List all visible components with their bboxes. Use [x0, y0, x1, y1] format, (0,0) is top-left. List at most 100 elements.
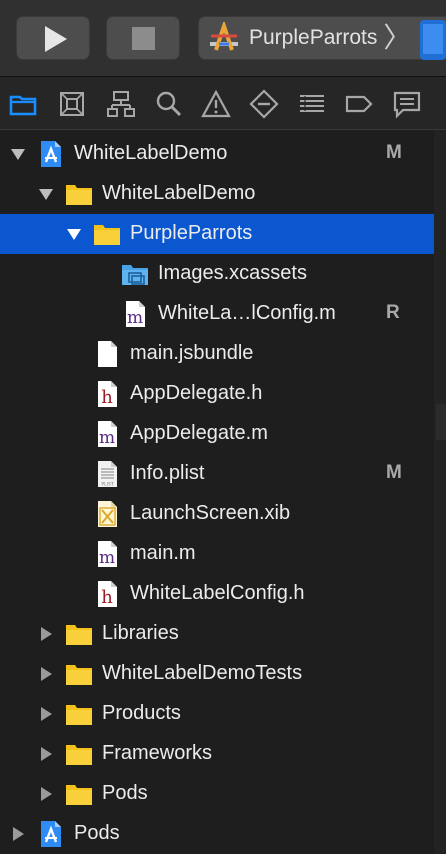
tree-row[interactable]: m AppDelegate.m	[0, 414, 434, 454]
source-control-status-badge: M	[386, 142, 402, 163]
plain-file-icon	[92, 340, 122, 368]
project-navigator-tab[interactable]	[8, 89, 38, 119]
report-icon	[393, 91, 421, 119]
tree-row[interactable]: main.jsbundle	[0, 334, 434, 374]
tree-item-label: Images.xcassets	[158, 262, 307, 284]
plist-file-icon: PLIST	[92, 460, 122, 488]
tree-row[interactable]: PLIST Info.plist M	[0, 454, 434, 494]
svg-text:m: m	[99, 428, 115, 448]
tree-item-label: WhiteLabelDemoTests	[102, 662, 303, 684]
stop-button[interactable]	[106, 16, 180, 60]
asset-catalog-icon	[120, 260, 150, 288]
scheme-selector[interactable]: PurpleParrots 〉	[198, 16, 446, 60]
folder-icon	[64, 620, 94, 648]
h-file-icon: h	[92, 580, 122, 608]
disclosure-closed-icon[interactable]	[38, 746, 54, 762]
tree-row[interactable]: LaunchScreen.xib	[0, 494, 434, 534]
tree-item-label: WhiteLabelConfig.h	[130, 582, 305, 604]
tree-item-label: Info.plist	[130, 462, 205, 484]
disclosure-open-icon[interactable]	[38, 186, 54, 202]
tree-row[interactable]: Pods	[0, 774, 434, 814]
tree-row[interactable]: Frameworks	[0, 734, 434, 774]
warning-icon	[201, 89, 231, 118]
tree-row[interactable]: WhiteLabelDemoTests	[0, 654, 434, 694]
tree-item-label: WhiteLa…lConfig.m	[158, 302, 336, 324]
svg-text:m: m	[127, 308, 143, 328]
m-file-icon: m	[92, 420, 122, 448]
folder-icon	[64, 700, 94, 728]
source-control-icon	[60, 92, 84, 116]
tree-row[interactable]: h WhiteLabelConfig.h	[0, 574, 434, 614]
find-navigator-tab[interactable]	[153, 89, 183, 119]
svg-text:m: m	[99, 548, 115, 568]
disclosure-closed-icon[interactable]	[10, 826, 26, 842]
disclosure-open-icon[interactable]	[10, 146, 26, 162]
tree-row[interactable]: PurpleParrots	[0, 214, 434, 254]
svg-text:PLIST: PLIST	[101, 482, 113, 488]
tree-item-label: Pods	[102, 782, 148, 804]
app-target-icon	[210, 22, 238, 51]
disclosure-closed-icon[interactable]	[38, 786, 54, 802]
source-control-navigator-tab[interactable]	[57, 89, 87, 119]
svg-text:h: h	[101, 587, 113, 608]
tree-row[interactable]: Libraries	[0, 614, 434, 654]
tree-item-label: main.m	[130, 542, 196, 564]
m-file-icon: m	[92, 540, 122, 568]
tree-row[interactable]: WhiteLabelDemo	[0, 174, 434, 214]
folder-icon	[9, 95, 37, 116]
stop-icon	[132, 27, 155, 50]
scheme-name: PurpleParrots	[249, 26, 378, 49]
toolbar: PurpleParrots 〉	[0, 0, 446, 77]
tree-row[interactable]: m main.m	[0, 534, 434, 574]
editor-edge	[434, 130, 446, 854]
folder-icon	[64, 780, 94, 808]
xib-file-icon	[92, 500, 122, 528]
folder-icon	[64, 180, 94, 208]
disclosure-closed-icon[interactable]	[38, 666, 54, 682]
run-button[interactable]	[16, 16, 90, 60]
tree-row[interactable]: h AppDelegate.h	[0, 374, 434, 414]
play-icon	[45, 26, 67, 52]
tree-item-label: WhiteLabelDemo	[102, 182, 256, 204]
tree-item-label: Pods	[74, 822, 120, 844]
folder-icon	[92, 220, 122, 248]
breakpoint-navigator-tab[interactable]	[344, 89, 374, 119]
tree-item-label: AppDelegate.m	[130, 422, 268, 444]
tree-item-label: Products	[102, 702, 181, 724]
tree-item-label: PurpleParrots	[130, 222, 253, 244]
editor-edge-mark	[436, 404, 446, 440]
find-icon	[156, 91, 182, 117]
disclosure-closed-icon[interactable]	[38, 706, 54, 722]
test-navigator-tab[interactable]	[249, 89, 279, 119]
scheme-separator: 〉	[383, 22, 412, 53]
symbol-navigator-tab[interactable]	[106, 89, 136, 119]
tree-item-label: AppDelegate.h	[130, 382, 263, 404]
tree-item-label: Libraries	[102, 622, 179, 644]
folder-icon	[64, 740, 94, 768]
tree-item-label: WhiteLabelDemo	[74, 142, 228, 164]
source-control-status-badge: M	[386, 462, 402, 483]
tree-row[interactable]: m WhiteLa…lConfig.m R	[0, 294, 434, 334]
tree-item-label: Frameworks	[102, 742, 213, 764]
xcode-project-icon	[36, 820, 66, 848]
svg-text:h: h	[101, 387, 113, 408]
tree-row[interactable]: Products	[0, 694, 434, 734]
disclosure-closed-icon[interactable]	[38, 626, 54, 642]
tree-row[interactable]: Pods	[0, 814, 434, 854]
tree-row[interactable]: WhiteLabelDemo M	[0, 134, 434, 174]
disclosure-open-icon[interactable]	[66, 226, 82, 242]
tree-item-label: main.jsbundle	[130, 342, 254, 364]
m-file-icon: m	[120, 300, 150, 328]
source-control-status-badge: R	[386, 302, 400, 323]
navigator-tab-bar	[0, 77, 446, 130]
breakpoint-icon	[345, 95, 373, 113]
xcode-project-icon	[36, 140, 66, 168]
test-diamond-icon	[249, 89, 279, 119]
tree-row[interactable]: Images.xcassets	[0, 254, 434, 294]
debug-navigator-tab[interactable]	[297, 89, 327, 119]
issue-navigator-tab[interactable]	[201, 89, 231, 119]
debug-list-icon	[300, 95, 324, 112]
report-navigator-tab[interactable]	[392, 89, 422, 119]
folder-icon	[64, 660, 94, 688]
device-icon[interactable]	[420, 12, 446, 68]
